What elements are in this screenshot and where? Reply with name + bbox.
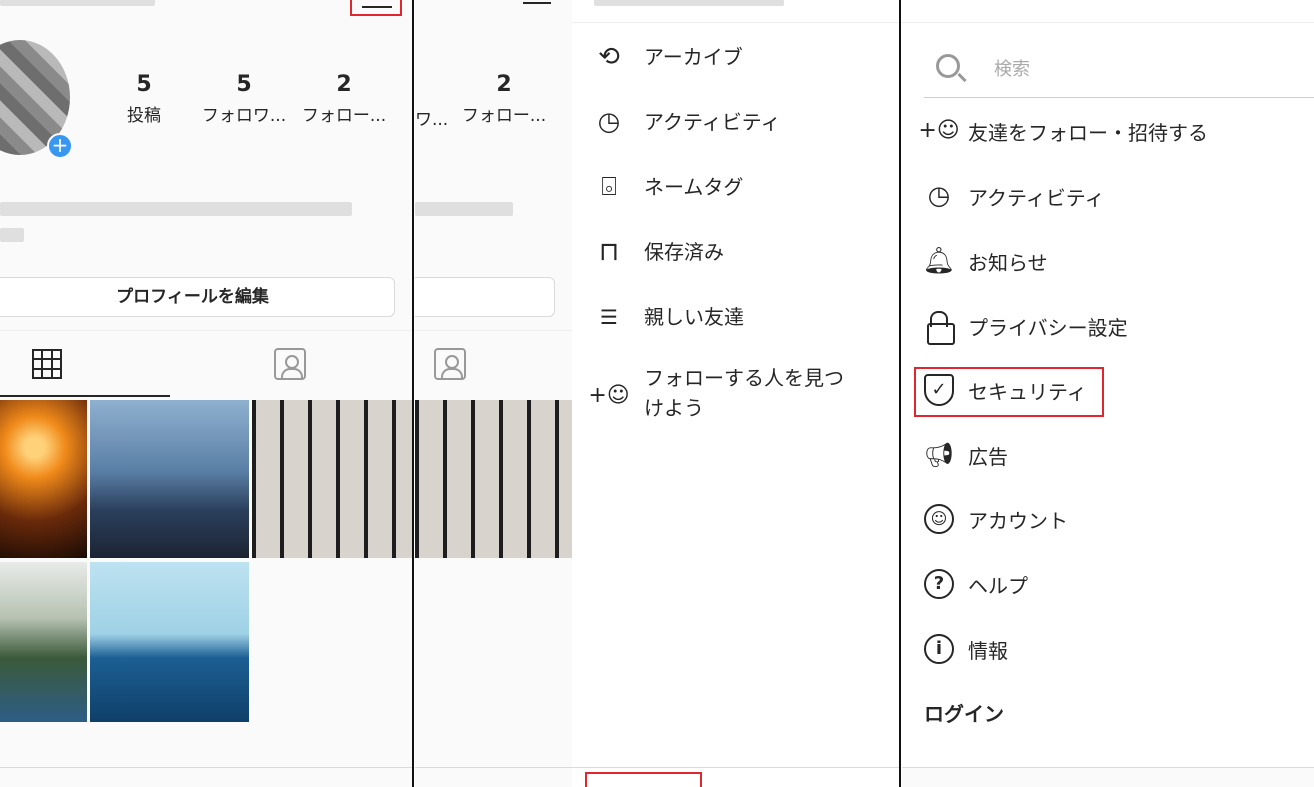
search-placeholder: 検索 bbox=[994, 59, 1030, 80]
settings-item-label: プライバシー設定 bbox=[968, 315, 1128, 340]
bottom-nav-bar[interactable] bbox=[0, 767, 413, 787]
drawer-username-blurred bbox=[594, 0, 784, 6]
add-story-icon[interactable]: + bbox=[47, 133, 73, 159]
info-icon-wrap: i bbox=[922, 632, 956, 666]
archive-icon: ⟲ bbox=[598, 42, 620, 72]
highlight-security-item bbox=[914, 367, 1104, 417]
search-icon bbox=[936, 54, 960, 78]
settings-item-label: 広告 bbox=[968, 444, 1008, 469]
stat-following-label: フォロー... bbox=[301, 106, 387, 126]
stat-following-count: 2 bbox=[496, 72, 512, 97]
post-thumbnail[interactable] bbox=[90, 400, 249, 558]
edit-profile-button-partial[interactable] bbox=[415, 277, 555, 317]
lock-icon-wrap bbox=[922, 309, 956, 345]
tagged-photos-icon[interactable] bbox=[434, 348, 466, 380]
menu-item-label: ネームタグ bbox=[644, 175, 744, 199]
menu-item-activity[interactable]: ◷ アクティビティ bbox=[592, 105, 781, 139]
login-section-title: ログイン bbox=[924, 702, 1004, 726]
stat-followers-label-partial: ワ... bbox=[415, 110, 449, 130]
settings-item-follow-invite[interactable]: +☺ 友達をフォロー・招待する bbox=[918, 114, 1208, 148]
post-thumbnail[interactable] bbox=[252, 400, 413, 558]
bell-icon: 🔔︎ bbox=[922, 246, 956, 276]
help-icon: ? bbox=[924, 569, 954, 599]
discover-people-icon: +☺ bbox=[588, 383, 630, 408]
grid-icon[interactable] bbox=[32, 349, 62, 379]
bio-blurred bbox=[415, 202, 513, 216]
tabs-divider bbox=[415, 330, 572, 331]
add-person-icon: +☺ bbox=[918, 118, 960, 143]
side-menu-screen: 2 フォロー... ワ... ⟲ アーカイブ ◷ アクティビティ ⌻ ネームタグ… bbox=[415, 0, 900, 787]
menu-item-label: アーカイブ bbox=[644, 45, 743, 69]
highlight-menu-button bbox=[350, 0, 402, 16]
hamburger-menu-icon[interactable] bbox=[523, 0, 551, 4]
settings-item-label: ヘルプ bbox=[968, 573, 1028, 598]
header-divider bbox=[902, 22, 1314, 23]
settings-item-activity[interactable]: ◷ アクティビティ bbox=[922, 179, 1105, 213]
help-icon-wrap: ? bbox=[922, 567, 956, 601]
menu-item-label-line1: フォローする人を見つ bbox=[644, 366, 844, 390]
settings-item-ads[interactable]: 📢︎ 広告 bbox=[922, 438, 1008, 472]
bio-blurred bbox=[0, 202, 352, 216]
stat-followers[interactable]: 5 フォロワ... bbox=[194, 72, 294, 126]
menu-item-label: 親しい友達 bbox=[644, 305, 744, 329]
stat-posts[interactable]: 5 投稿 bbox=[94, 72, 194, 126]
stat-followers-count: 5 bbox=[236, 72, 252, 97]
settings-item-label: お知らせ bbox=[968, 250, 1048, 275]
bookmark-icon: ⊓ bbox=[598, 237, 620, 267]
menu-item-archive[interactable]: ⟲ アーカイブ bbox=[592, 40, 743, 74]
active-tab-indicator bbox=[0, 395, 170, 397]
tagged-photos-icon[interactable] bbox=[274, 348, 306, 380]
settings-item-about[interactable]: i 情報 bbox=[922, 632, 1008, 666]
menu-item-nametag[interactable]: ⌻ ネームタグ bbox=[592, 170, 743, 204]
panel-divider bbox=[412, 0, 414, 787]
settings-item-label: 友達をフォロー・招待する bbox=[968, 120, 1208, 145]
drawer-divider bbox=[572, 22, 900, 23]
close-friends-icon: ☰ bbox=[600, 305, 618, 329]
activity-icon: ◷ bbox=[927, 181, 951, 211]
nametag-icon: ⌻ bbox=[601, 172, 617, 202]
stat-following-partial[interactable]: 2 フォロー... bbox=[454, 72, 554, 126]
settings-screen: 検索 +☺ 友達をフォロー・招待する ◷ アクティビティ 🔔︎ お知らせ プライ… bbox=[902, 0, 1314, 787]
post-thumbnail[interactable] bbox=[90, 562, 249, 722]
settings-item-label: 情報 bbox=[968, 638, 1008, 663]
settings-item-notifications[interactable]: 🔔︎ お知らせ bbox=[922, 244, 1048, 278]
info-icon: i bbox=[924, 634, 954, 664]
menu-item-label: アクティビティ bbox=[644, 110, 781, 134]
bio-blurred-2 bbox=[0, 228, 24, 242]
account-icon: ☺ bbox=[924, 504, 954, 534]
stat-following-label: フォロー... bbox=[461, 106, 547, 126]
username-blurred bbox=[0, 0, 155, 6]
megaphone-icon: 📢︎ bbox=[923, 441, 955, 469]
stat-following-count: 2 bbox=[336, 72, 352, 97]
account-icon-wrap: ☺ bbox=[922, 502, 956, 536]
stat-posts-count: 5 bbox=[136, 72, 152, 97]
settings-item-privacy[interactable]: プライバシー設定 bbox=[922, 309, 1128, 345]
menu-item-close-friends[interactable]: ☰ 親しい友達 bbox=[592, 300, 744, 334]
highlight-settings-button bbox=[585, 772, 702, 787]
activity-icon: ◷ bbox=[597, 107, 621, 137]
menu-item-discover-people[interactable]: +☺ フォローする人を見つ けよう bbox=[588, 363, 844, 423]
stat-posts-label: 投稿 bbox=[127, 106, 161, 126]
profile-screen: + 5 投稿 5 フォロワ... 2 フォロー... プロフィールを編集 bbox=[0, 0, 413, 787]
post-thumbnail[interactable] bbox=[0, 400, 87, 558]
lock-icon bbox=[927, 311, 955, 345]
post-thumbnail[interactable] bbox=[415, 400, 572, 558]
stat-following[interactable]: 2 フォロー... bbox=[294, 72, 394, 126]
menu-item-label: 保存済み bbox=[644, 240, 724, 264]
settings-item-account[interactable]: ☺ アカウント bbox=[922, 502, 1068, 536]
settings-item-label: アカウント bbox=[968, 508, 1068, 533]
search-field[interactable]: 検索 bbox=[924, 48, 1314, 98]
stat-followers-label: フォロワ... bbox=[201, 106, 287, 126]
panel-divider bbox=[899, 0, 901, 787]
post-thumbnail[interactable] bbox=[0, 562, 87, 722]
menu-item-label-line2: けよう bbox=[644, 396, 704, 420]
settings-item-help[interactable]: ? ヘルプ bbox=[922, 567, 1028, 601]
bottom-nav-bar[interactable] bbox=[902, 767, 1314, 787]
settings-item-label: アクティビティ bbox=[968, 185, 1105, 210]
menu-item-saved[interactable]: ⊓ 保存済み bbox=[592, 235, 724, 269]
side-drawer: ⟲ アーカイブ ◷ アクティビティ ⌻ ネームタグ ⊓ 保存済み ☰ 親しい友達… bbox=[572, 0, 900, 787]
edit-profile-button[interactable]: プロフィールを編集 bbox=[0, 277, 395, 317]
